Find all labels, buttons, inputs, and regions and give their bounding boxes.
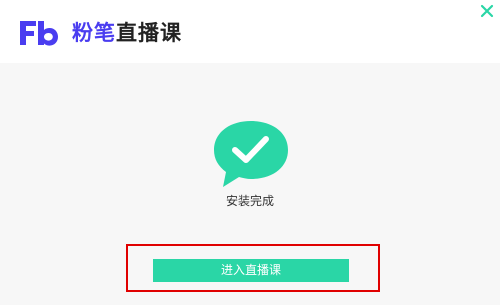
close-icon (480, 4, 494, 18)
fb-logo-icon (20, 21, 58, 46)
brand-title: 粉笔直播课 (72, 17, 182, 49)
install-status-text: 安装完成 (225, 194, 274, 208)
header: 粉笔直播课 (0, 0, 500, 63)
close-button[interactable] (478, 2, 496, 20)
chat-bubble-checkmark-icon (209, 117, 293, 191)
product-name: 直播课 (116, 21, 182, 45)
enter-live-class-button[interactable]: 进入直播课 (153, 259, 349, 282)
app-logo: 粉笔直播课 (18, 17, 182, 49)
brand-name: 粉笔 (72, 21, 116, 45)
